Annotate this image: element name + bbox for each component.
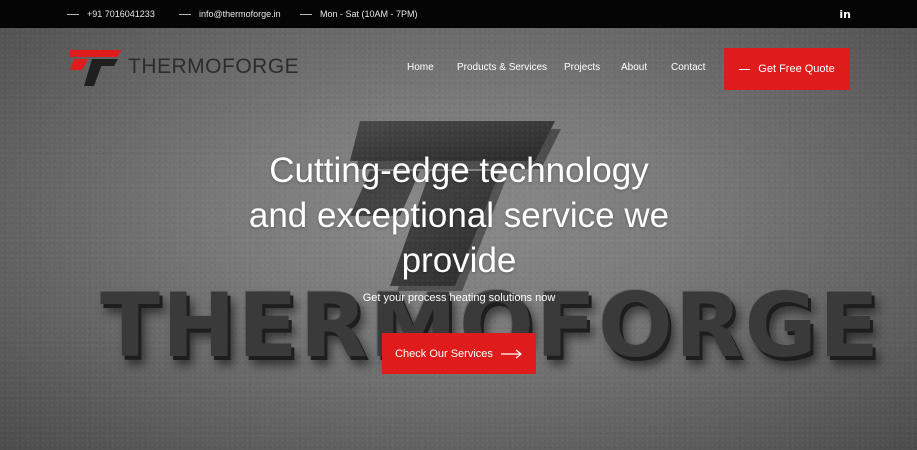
linkedin-icon[interactable]: in: [839, 8, 851, 21]
dash-icon: [739, 68, 751, 70]
top-contact-bar: +91 7016041233 info@thermoforge.in Mon -…: [0, 0, 917, 28]
headline-line: Cutting-edge technology: [269, 151, 649, 190]
hero-headline: Cutting-edge technology and exceptional …: [209, 148, 709, 283]
nav-contact[interactable]: Contact: [671, 62, 705, 73]
site-header: THERMOFORGE Home Products & Services Pro…: [0, 28, 917, 108]
get-free-quote-button[interactable]: Get Free Quote: [724, 48, 850, 90]
brand-name: THERMOFORGE: [128, 55, 300, 78]
brand-logo[interactable]: THERMOFORGE: [70, 48, 299, 86]
nav-projects[interactable]: Projects: [564, 62, 600, 73]
headline-line: provide: [401, 241, 517, 280]
nav-home[interactable]: Home: [407, 62, 434, 73]
arrow-right-icon: [500, 349, 523, 359]
email-contact[interactable]: info@thermoforge.in: [179, 0, 281, 28]
nav-about[interactable]: About: [621, 62, 647, 73]
hero-subheading: Get your process heating solutions now: [362, 292, 556, 304]
dash-icon: [67, 13, 79, 15]
business-hours: Mon - Sat (10AM - 7PM): [300, 0, 418, 28]
thermoforge-logo-icon: [70, 50, 122, 86]
dash-icon: [179, 13, 191, 15]
hours-text: Mon - Sat (10AM - 7PM): [320, 9, 418, 19]
phone-contact[interactable]: +91 7016041233: [67, 0, 155, 28]
quote-button-label: Get Free Quote: [758, 63, 835, 75]
dash-icon: [300, 13, 312, 15]
check-our-services-button[interactable]: Check Our Services: [382, 333, 536, 374]
email-address: info@thermoforge.in: [199, 9, 281, 19]
nav-products-services[interactable]: Products & Services: [457, 62, 547, 73]
phone-number: +91 7016041233: [87, 9, 155, 19]
headline-line: and exceptional service we: [248, 196, 670, 235]
cta-label: Check Our Services: [395, 347, 493, 360]
